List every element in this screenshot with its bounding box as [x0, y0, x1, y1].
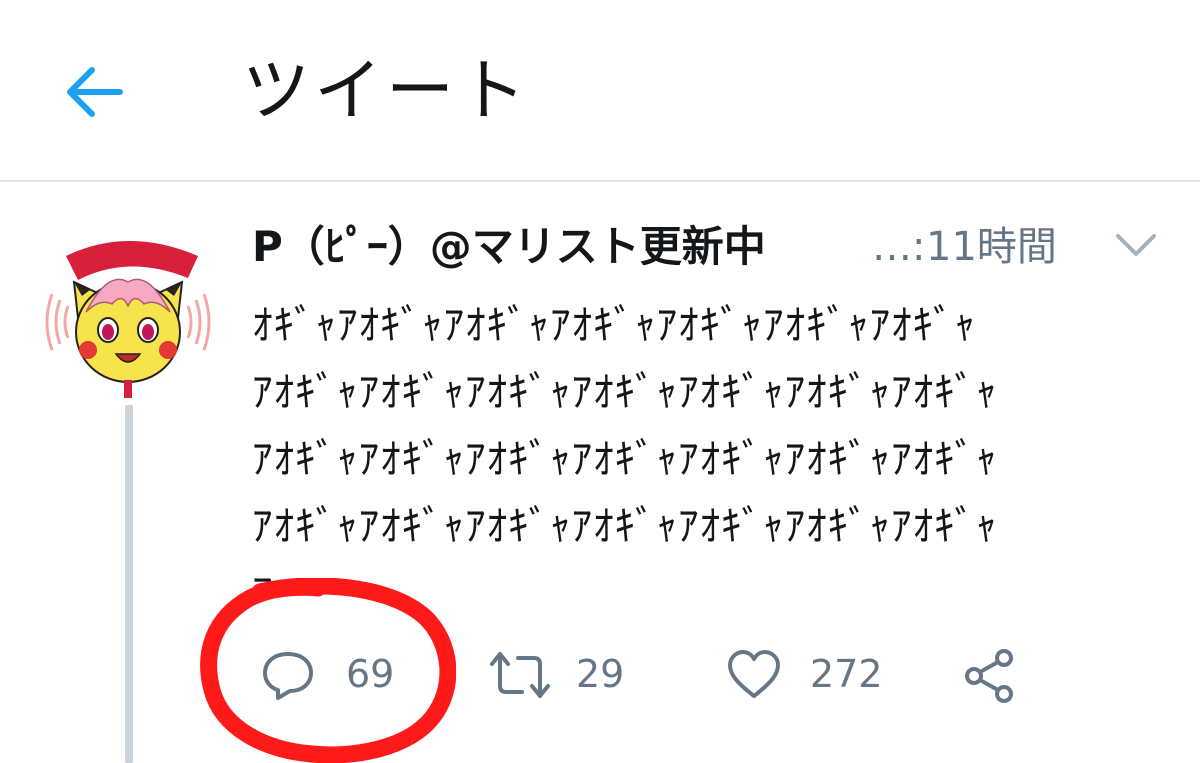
tweet-text-line: ｱ: [252, 560, 1152, 586]
tweet-menu-button[interactable]: [1114, 230, 1158, 260]
avatar-image: [45, 241, 211, 398]
chevron-down-icon: [1116, 234, 1156, 256]
retweet-button[interactable]: 29: [488, 630, 648, 720]
tweet-text-line: ｱｵｷﾞｬｱｵｷﾞｬｱｵｷﾞｬｱｵｷﾞｬｱｵｷﾞｬｱｵｷﾞｬｱｵｷﾞｬ: [252, 502, 998, 550]
tweet-text: ｵｷﾞｬｱｵｷﾞｬｱｵｷﾞｬｱｵｷﾞｬｱｵｷﾞｬｱｵｷﾞｬｱｵｷﾞｬ ｱｵｷﾞｬ…: [252, 292, 1152, 586]
thread-connector-line: [125, 405, 133, 763]
tweet-action-bar: 69 29 272: [252, 630, 1152, 720]
reply-count: 69: [346, 652, 395, 696]
arrow-left-icon: [67, 67, 123, 117]
avatar[interactable]: [38, 222, 218, 402]
header-divider: [0, 180, 1200, 182]
retweet-icon: [490, 652, 550, 698]
tweet-text-line: ｱｵｷﾞｬｱｵｷﾞｬｱｵｷﾞｬｱｵｷﾞｬｱｵｷﾞｬｱｵｷﾞｬｱｵｷﾞｬ: [252, 435, 998, 483]
reply-button[interactable]: 69: [260, 630, 420, 720]
page-title: ツイート: [242, 52, 531, 131]
author-display-name[interactable]: P（ﾋﾟｰ）@マリスト更新中: [252, 212, 766, 282]
tweet-header: P（ﾋﾟｰ）@マリスト更新中 …: 11時間: [252, 212, 1192, 282]
tweet-timestamp[interactable]: 11時間: [926, 212, 1057, 282]
back-button[interactable]: [58, 60, 130, 124]
tweet-text-line: ｱｵｷﾞｬｱｵｷﾞｬｱｵｷﾞｬｱｵｷﾞｬｱｵｷﾞｬｱｵｷﾞｬｱｵｷﾞｬ: [252, 368, 998, 416]
like-button[interactable]: 272: [726, 630, 896, 720]
retweet-count: 29: [576, 652, 625, 696]
name-truncation-ellipsis: …:: [872, 224, 926, 270]
heart-icon: [728, 650, 780, 698]
share-button[interactable]: [962, 630, 1022, 720]
share-icon: [965, 649, 1013, 703]
reply-bubble-icon: [263, 652, 313, 700]
like-count: 272: [810, 652, 883, 696]
tweet-text-line: ｵｷﾞｬｱｵｷﾞｬｱｵｷﾞｬｱｵｷﾞｬｱｵｷﾞｬｱｵｷﾞｬｱｵｷﾞｬ: [252, 301, 976, 349]
tweet-detail-screen: ツイート P（ﾋﾟｰ）@マリスト更新中 …: 11時間 ｵｷﾞｬｱｵｷﾞｬｱｵｷ…: [0, 0, 1200, 763]
top-bar: ツイート: [0, 0, 1200, 180]
